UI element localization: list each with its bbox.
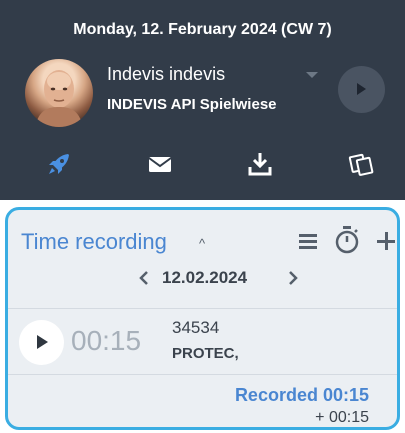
account-dropdown-icon[interactable]: [306, 72, 318, 78]
time-recording-title[interactable]: Time recording: [21, 229, 167, 255]
play-icon: [357, 83, 366, 95]
app-header: Monday, 12. February 2024 (CW 7) Indevis…: [0, 0, 405, 200]
header-play-button[interactable]: [338, 66, 385, 113]
entry-id: 34534: [172, 318, 220, 337]
mail-icon[interactable]: [147, 151, 173, 177]
recorded-added-time: + 00:15: [315, 409, 369, 426]
stopwatch-icon[interactable]: [334, 225, 360, 255]
date-navigation: 12.02.2024: [8, 266, 397, 290]
entry-duration: 00:15: [71, 325, 142, 356]
download-icon[interactable]: [247, 151, 273, 177]
divider: [8, 374, 397, 375]
user-name[interactable]: Indevis indevis: [107, 64, 225, 85]
time-recording-card: Time recording ^ 12.02.2024 00:15 34534 …: [5, 207, 400, 430]
divider: [8, 308, 397, 309]
add-icon[interactable]: [377, 232, 395, 250]
chevron-up-icon[interactable]: ^: [199, 236, 205, 251]
current-date-text: Monday, 12. February 2024 (CW 7): [73, 21, 332, 38]
chevron-left-icon[interactable]: [137, 269, 151, 287]
chevron-right-icon[interactable]: [286, 269, 300, 287]
organization-name: INDEVIS API Spielwiese: [107, 96, 277, 113]
user-avatar[interactable]: [25, 59, 93, 127]
selected-date[interactable]: 12.02.2024: [162, 268, 247, 288]
entry-play-button[interactable]: [19, 320, 64, 365]
rocket-icon[interactable]: [46, 151, 72, 177]
entry-client: PROTEC,: [172, 345, 239, 362]
recorded-total: Recorded 00:15: [234, 385, 369, 405]
play-icon: [37, 335, 48, 349]
copy-icon[interactable]: [348, 151, 374, 177]
list-icon[interactable]: [299, 233, 317, 249]
